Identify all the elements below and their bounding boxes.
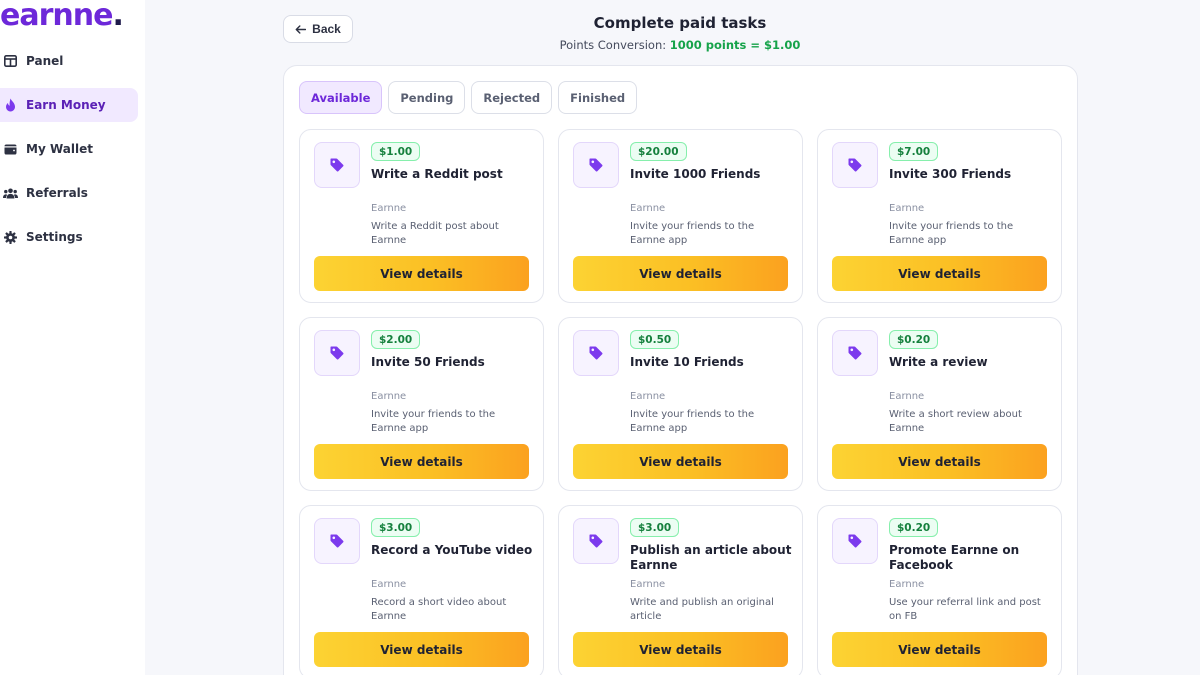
view-details-button[interactable]: View details xyxy=(573,256,788,291)
reward-badge: $0.20 xyxy=(889,330,939,349)
task-status-tabs: Available Pending Rejected Finished xyxy=(299,81,638,114)
task-brand: Earnne xyxy=(630,391,666,402)
task-card: $3.00 Record a YouTube video Earnne Record … xyxy=(299,505,544,675)
task-title: Write a review xyxy=(889,355,988,369)
sidebar-item-label: My Wallet xyxy=(26,142,93,156)
tag-icon xyxy=(573,330,619,376)
task-card: $1.00 Write a Reddit post Earnne Write a Re… xyxy=(299,129,544,303)
reward-badge: $2.00 xyxy=(371,330,421,349)
task-brand: Earnne xyxy=(630,203,666,214)
task-grid: $1.00 Write a Reddit post Earnne Write a Re… xyxy=(299,129,1062,675)
task-description: Record a short video about Earnne xyxy=(371,597,507,622)
arrow-left-icon xyxy=(295,24,307,34)
task-description: Write a Reddit post about Earnne xyxy=(371,221,499,246)
sidebar-item-label: Settings xyxy=(26,230,83,244)
sidebar-item-label: Earn Money xyxy=(26,98,106,112)
tag-icon xyxy=(314,142,360,188)
brand-logo[interactable]: earnne. xyxy=(0,0,124,33)
task-description: Invite your friends to the Earnne app xyxy=(371,409,496,434)
task-card: $0.50 Invite 10 Friends Earnne Invite your … xyxy=(558,317,803,491)
sidebar-item-earn-money[interactable]: Earn Money xyxy=(0,88,138,122)
task-title: Invite 50 Friends xyxy=(371,355,485,369)
task-title: Publish an article about Earnne xyxy=(630,543,792,572)
task-card: $0.20 Write a review Earnne Write a short r… xyxy=(817,317,1062,491)
flame-icon xyxy=(2,97,18,113)
tag-icon xyxy=(314,330,360,376)
task-description: Write a short review about Earnne xyxy=(889,409,1022,434)
panel-icon xyxy=(2,53,18,69)
view-details-button[interactable]: View details xyxy=(573,444,788,479)
reward-badge: $1.00 xyxy=(371,142,421,161)
task-brand: Earnne xyxy=(889,203,925,214)
gear-icon xyxy=(2,229,18,245)
conversion-label: Points Conversion: xyxy=(559,38,667,52)
points-conversion: Points Conversion: 1000 points = $1.00 xyxy=(480,38,880,52)
view-details-button[interactable]: View details xyxy=(573,632,788,667)
task-description: Invite your friends to the Earnne app xyxy=(630,409,755,434)
tab-pending[interactable]: Pending xyxy=(388,81,466,114)
tasks-panel: Available Pending Rejected Finished $1.0… xyxy=(283,65,1078,675)
brand-dot: . xyxy=(112,0,123,33)
task-card: $7.00 Invite 300 Friends Earnne Invite your… xyxy=(817,129,1062,303)
brand-name: earnne xyxy=(0,0,113,33)
task-card: $3.00 Publish an article about Earnne Earn… xyxy=(558,505,803,675)
back-label: Back xyxy=(312,22,341,36)
reward-badge: $0.20 xyxy=(889,518,939,537)
view-details-button[interactable]: View details xyxy=(314,256,529,291)
sidebar-item-label: Referrals xyxy=(26,186,88,200)
tab-available[interactable]: Available xyxy=(299,81,383,114)
tag-icon xyxy=(314,518,360,564)
reward-badge: $3.00 xyxy=(630,518,680,537)
task-title: Record a YouTube video xyxy=(371,543,533,557)
tab-finished[interactable]: Finished xyxy=(558,81,638,114)
task-title: Invite 300 Friends xyxy=(889,167,1012,181)
task-card: $2.00 Invite 50 Friends Earnne Invite your … xyxy=(299,317,544,491)
sidebar-item-my-wallet[interactable]: My Wallet xyxy=(0,132,138,166)
task-card: $0.20 Promote Earnne on Facebook Earnne Use… xyxy=(817,505,1062,675)
sidebar-item-referrals[interactable]: Referrals xyxy=(0,176,138,210)
users-icon xyxy=(2,185,18,201)
tag-icon xyxy=(573,142,619,188)
task-title: Invite 1000 Friends xyxy=(630,167,761,181)
task-title: Invite 10 Friends xyxy=(630,355,744,369)
task-brand: Earnne xyxy=(630,579,666,590)
view-details-button[interactable]: View details xyxy=(832,444,1047,479)
sidebar-item-label: Panel xyxy=(26,54,64,68)
view-details-button[interactable]: View details xyxy=(314,444,529,479)
task-description: Invite your friends to the Earnne app xyxy=(630,221,755,246)
task-title: Write a Reddit post xyxy=(371,167,503,181)
reward-badge: $3.00 xyxy=(371,518,421,537)
wallet-icon xyxy=(2,141,18,157)
tag-icon xyxy=(573,518,619,564)
task-card: $20.00 Invite 1000 Friends Earnne Invite yo… xyxy=(558,129,803,303)
reward-badge: $7.00 xyxy=(889,142,939,161)
tag-icon xyxy=(832,142,878,188)
task-description: Write and publish an original article xyxy=(630,597,774,622)
tag-icon xyxy=(832,330,878,376)
tag-icon xyxy=(832,518,878,564)
task-title: Promote Earnne on Facebook xyxy=(889,543,1020,572)
view-details-button[interactable]: View details xyxy=(314,632,529,667)
view-details-button[interactable]: View details xyxy=(832,632,1047,667)
sidebar-item-settings[interactable]: Settings xyxy=(0,220,138,254)
back-button[interactable]: Back xyxy=(283,15,353,43)
task-brand: Earnne xyxy=(889,579,925,590)
task-description: Invite your friends to the Earnne app xyxy=(889,221,1014,246)
reward-badge: $20.00 xyxy=(630,142,687,161)
sidebar: earnne. Panel Earn Money My Wallet Refer… xyxy=(0,0,145,675)
view-details-button[interactable]: View details xyxy=(832,256,1047,291)
sidebar-item-panel[interactable]: Panel xyxy=(0,44,138,78)
task-brand: Earnne xyxy=(889,391,925,402)
page-title: Complete paid tasks xyxy=(593,14,767,32)
task-description: Use your referral link and post on FB xyxy=(889,597,1041,622)
task-brand: Earnne xyxy=(371,579,407,590)
tab-rejected[interactable]: Rejected xyxy=(471,81,553,114)
task-brand: Earnne xyxy=(371,203,407,214)
reward-badge: $0.50 xyxy=(630,330,680,349)
conversion-rate: 1000 points = $1.00 xyxy=(669,38,801,52)
task-brand: Earnne xyxy=(371,391,407,402)
